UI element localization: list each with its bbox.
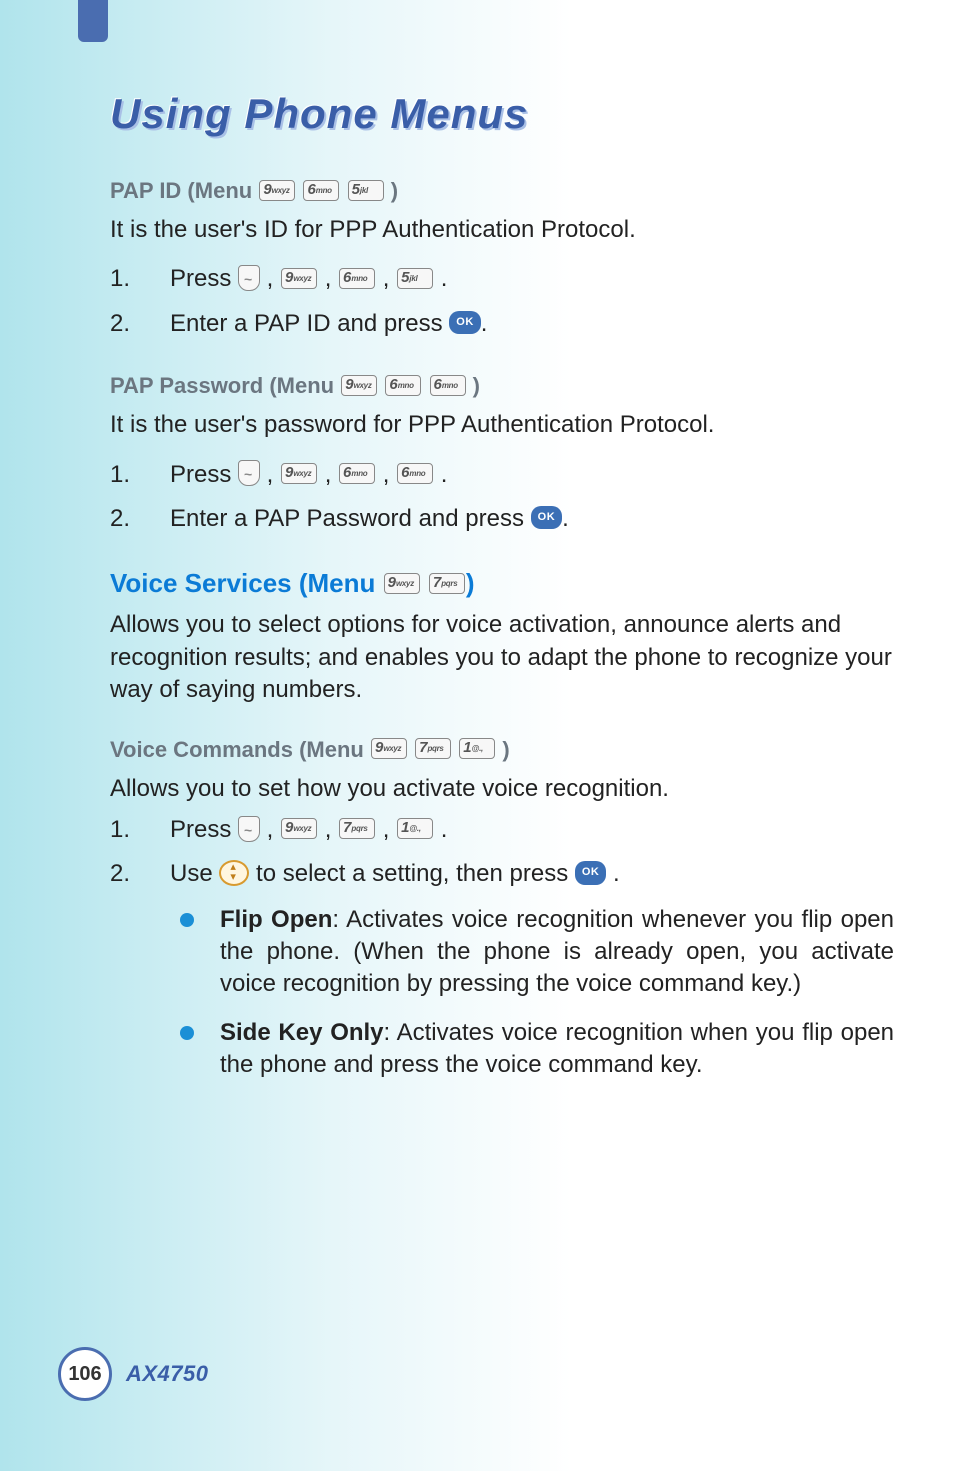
- pap-password-heading: PAP Password (Menu 9wxyz 6mno 6mno ): [110, 373, 894, 399]
- key-9-icon: 9wxyz: [259, 180, 295, 201]
- page-content: Using Phone Menus PAP ID (Menu 9wxyz 6mn…: [0, 0, 954, 1158]
- key-7-icon: 7pqrs: [429, 573, 465, 594]
- key-5-icon: 5jkl: [348, 180, 384, 201]
- pap-id-desc: It is the user's ID for PPP Authenticati…: [110, 214, 894, 246]
- key-1-icon: 1@.,: [397, 818, 433, 839]
- key-6-icon: 6mno: [397, 463, 433, 484]
- step-text: Press: [170, 816, 238, 843]
- page-footer: 106 AX4750: [58, 1347, 209, 1401]
- step-number: 1.: [110, 811, 130, 849]
- heading-text-end: ): [391, 178, 398, 203]
- voice-commands-options: Flip Open: Activates voice recognition w…: [110, 904, 894, 1082]
- key-9-icon: 9wxyz: [281, 463, 317, 484]
- key-9-icon: 9wxyz: [281, 268, 317, 289]
- page-title: Using Phone Menus: [110, 90, 894, 138]
- page-tab-decor: [78, 0, 108, 42]
- key-9-icon: 9wxyz: [384, 573, 420, 594]
- key-7-icon: 7pqrs: [339, 818, 375, 839]
- heading-text-end: ): [473, 373, 480, 398]
- ok-key-icon: OK: [531, 506, 563, 530]
- key-6-icon: 6mno: [339, 463, 375, 484]
- step-number: 1.: [110, 456, 130, 494]
- list-item: Side Key Only: Activates voice recogniti…: [170, 1017, 894, 1082]
- list-item: 1. Press , 9wxyz , 6mno , 5jkl .: [110, 260, 894, 298]
- voice-services-desc: Allows you to select options for voice a…: [110, 609, 894, 706]
- step-number: 2.: [110, 305, 130, 343]
- list-item: 2. Enter a PAP Password and press OK.: [110, 500, 894, 538]
- step-text: Press: [170, 461, 238, 488]
- heading-text: PAP Password (Menu: [110, 373, 340, 398]
- step-number: 2.: [110, 500, 130, 538]
- key-6-icon: 6mno: [303, 180, 339, 201]
- key-7-icon: 7pqrs: [415, 738, 451, 759]
- heading-text: PAP ID (Menu: [110, 178, 258, 203]
- list-item: 1. Press , 9wxyz , 7pqrs , 1@., .: [110, 811, 894, 849]
- voice-commands-steps: 1. Press , 9wxyz , 7pqrs , 1@., . 2. Use…: [110, 811, 894, 894]
- pap-password-steps: 1. Press , 9wxyz , 6mno , 6mno . 2. Ente…: [110, 456, 894, 539]
- list-item: Flip Open: Activates voice recognition w…: [170, 904, 894, 1001]
- option-label: Side Key Only: [220, 1019, 384, 1046]
- step-text-mid: to select a setting, then press: [256, 860, 575, 887]
- key-9-icon: 9wxyz: [371, 738, 407, 759]
- option-label: Flip Open: [220, 906, 332, 933]
- step-text: Enter a PAP ID and press: [170, 310, 449, 337]
- heading-text-end: ): [502, 737, 509, 762]
- pap-id-steps: 1. Press , 9wxyz , 6mno , 5jkl . 2. Ente…: [110, 260, 894, 343]
- menu-key-icon: [238, 460, 260, 486]
- key-9-icon: 9wxyz: [281, 818, 317, 839]
- model-label: AX4750: [126, 1361, 209, 1387]
- menu-key-icon: [238, 816, 260, 842]
- step-text: Use: [170, 860, 219, 887]
- list-item: 1. Press , 9wxyz , 6mno , 6mno .: [110, 456, 894, 494]
- pap-password-desc: It is the user's password for PPP Authen…: [110, 409, 894, 441]
- list-item: 2. Use to select a setting, then press O…: [110, 855, 894, 893]
- step-number: 1.: [110, 260, 130, 298]
- heading-text: Voice Commands (Menu: [110, 737, 370, 762]
- key-5-icon: 5jkl: [397, 268, 433, 289]
- heading-text-end: ): [466, 568, 475, 598]
- step-text: Press: [170, 265, 238, 292]
- voice-commands-heading: Voice Commands (Menu 9wxyz 7pqrs 1@., ): [110, 737, 894, 763]
- key-6-icon: 6mno: [430, 375, 466, 396]
- ok-key-icon: OK: [575, 861, 607, 885]
- menu-key-icon: [238, 265, 260, 291]
- key-1-icon: 1@.,: [459, 738, 495, 759]
- voice-commands-desc: Allows you to set how you activate voice…: [110, 773, 894, 805]
- key-9-icon: 9wxyz: [341, 375, 377, 396]
- nav-updown-icon: [219, 860, 249, 886]
- heading-text: Voice Services (Menu: [110, 568, 383, 598]
- list-item: 2. Enter a PAP ID and press OK.: [110, 305, 894, 343]
- key-6-icon: 6mno: [385, 375, 421, 396]
- step-text: Enter a PAP Password and press: [170, 505, 531, 532]
- step-number: 2.: [110, 855, 130, 893]
- pap-id-heading: PAP ID (Menu 9wxyz 6mno 5jkl ): [110, 178, 894, 204]
- ok-key-icon: OK: [449, 311, 481, 335]
- page-number: 106: [58, 1347, 112, 1401]
- voice-services-heading: Voice Services (Menu 9wxyz 7pqrs): [110, 568, 894, 599]
- key-6-icon: 6mno: [339, 268, 375, 289]
